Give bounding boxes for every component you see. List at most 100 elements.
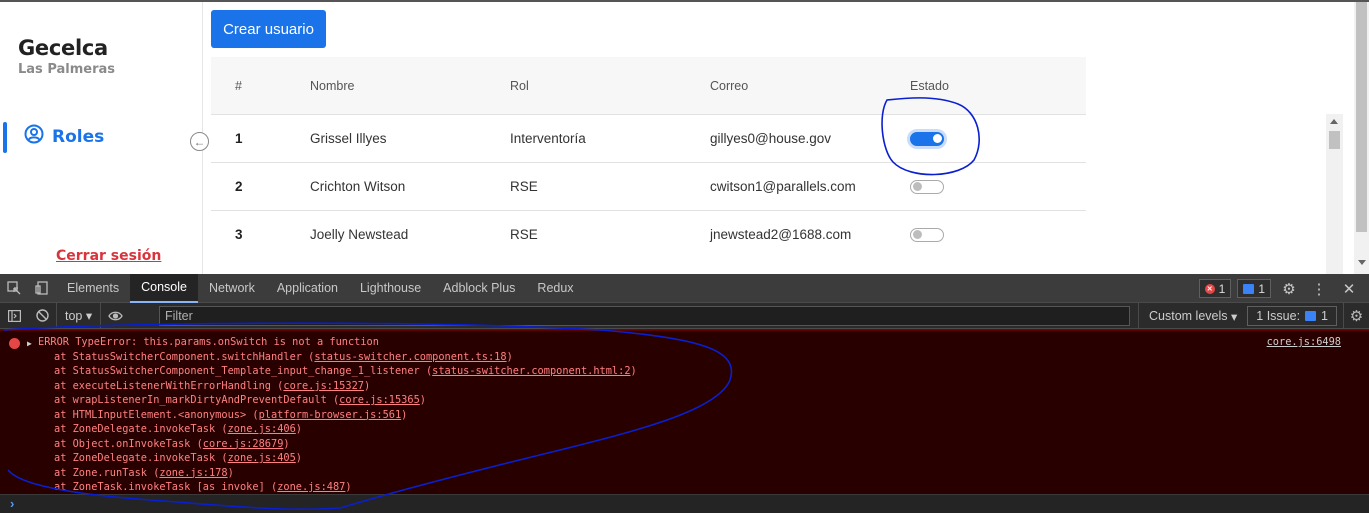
tab-adblock-plus[interactable]: Adblock Plus	[432, 274, 526, 303]
clear-console-icon[interactable]	[28, 303, 56, 329]
console-toolbar-right: Custom levels ▾ 1 Issue: 1 ⚙	[1138, 303, 1369, 329]
prompt-chevron-icon: ›	[10, 496, 15, 511]
error-icon: ✕	[1204, 283, 1215, 294]
frame-tail: )	[630, 365, 637, 378]
stack-frame: at wrapListenerIn_markDirtyAndPreventDef…	[54, 393, 637, 407]
tab-redux[interactable]: Redux	[526, 274, 584, 303]
cell-email: jnewstead2@1688.com	[710, 227, 852, 242]
cell-role: Interventoría	[510, 131, 586, 146]
eye-icon[interactable]	[101, 303, 129, 329]
stack-frame: at Object.onInvokeTask (core.js:28679)	[54, 437, 637, 451]
brand-subtitle: Las Palmeras	[18, 62, 116, 77]
dropdown-arrow-icon: ▾	[1230, 309, 1238, 324]
cell-email: cwitson1@parallels.com	[710, 179, 856, 194]
tab-console[interactable]: Console	[130, 273, 198, 303]
cell-number: 2	[235, 179, 243, 194]
issues-label: 1 Issue:	[1256, 309, 1301, 323]
error-source-link[interactable]: core.js:6498	[1267, 335, 1341, 350]
status-toggle[interactable]	[910, 227, 944, 242]
scrollbar-thumb[interactable]	[1356, 2, 1367, 232]
tab-elements[interactable]: Elements	[56, 274, 130, 303]
cell-name: Joelly Newstead	[310, 227, 409, 242]
devtools-toolbar-right: ✕ 1 1 ⚙ ⋮ ✕	[1198, 274, 1369, 303]
sidebar: Gecelca Las Palmeras Roles Cerrar sesión	[0, 2, 203, 274]
frame-text: at ZoneDelegate.invokeTask (	[54, 423, 228, 436]
device-toolbar-icon[interactable]	[28, 274, 56, 303]
status-toggle[interactable]	[910, 131, 944, 146]
stack-frame: at StatusSwitcherComponent_Template_inpu…	[54, 364, 637, 378]
tab-lighthouse[interactable]: Lighthouse	[349, 274, 432, 303]
frame-source-link[interactable]: zone.js:406	[228, 423, 296, 435]
collapse-sidebar-button[interactable]: ←	[190, 132, 209, 151]
frame-tail: )	[506, 351, 513, 363]
error-count: 1	[1218, 281, 1226, 296]
table-row: 1 Grissel Illyes Interventoría gillyes0@…	[211, 114, 1086, 162]
column-header: Correo	[710, 78, 749, 93]
frame-source-link[interactable]: core.js:15327	[283, 380, 364, 392]
sidebar-toggle-icon[interactable]	[0, 303, 28, 329]
frame-tail: )	[295, 423, 302, 436]
error-counter[interactable]: ✕ 1	[1198, 279, 1232, 298]
scroll-down-arrow-icon[interactable]	[1358, 260, 1366, 265]
cell-role: RSE	[510, 179, 538, 194]
sidebar-item-label: Roles	[52, 126, 105, 147]
frame-source-link[interactable]: status-switcher.component.html:2	[432, 365, 630, 377]
message-icon	[1305, 311, 1317, 321]
users-table: # Nombre Rol Correo Estado 1 Grissel Ill…	[211, 57, 1086, 258]
table-header: # Nombre Rol Correo Estado	[211, 57, 1086, 114]
expand-triangle-icon[interactable]: ▶	[27, 337, 32, 352]
stack-frame: at ZoneTask.invokeTask [as invoke] (zone…	[54, 480, 637, 494]
log-levels-dropdown[interactable]: Custom levels ▾	[1138, 303, 1247, 329]
scroll-up-arrow-icon[interactable]	[1330, 119, 1338, 124]
column-header: Nombre	[310, 78, 355, 93]
frame-text: at wrapListenerIn_markDirtyAndPreventDef…	[54, 394, 340, 407]
stack-frame: at executeListenerWithErrorHandling (cor…	[54, 379, 637, 393]
more-options-icon[interactable]: ⋮	[1307, 274, 1331, 303]
error-text: ERROR TypeError: this.params.onSwitch is…	[38, 336, 379, 348]
console-filter-input[interactable]	[159, 306, 1130, 326]
frame-text: at Zone.runTask (	[54, 466, 160, 479]
devtools-panel: Elements Console Network Application Lig…	[0, 273, 1369, 513]
frame-source-link[interactable]: zone.js:405	[228, 452, 296, 464]
frame-source-link[interactable]: core.js:28679	[203, 438, 284, 450]
close-icon[interactable]: ✕	[1337, 274, 1361, 303]
console-settings-gear-icon[interactable]: ⚙	[1343, 303, 1369, 329]
page-scrollbar[interactable]	[1354, 2, 1369, 274]
context-value: top	[65, 308, 83, 323]
inspect-element-icon[interactable]	[0, 274, 28, 303]
tab-network[interactable]: Network	[198, 274, 266, 303]
frame-source-link[interactable]: zone.js:178	[159, 467, 227, 479]
frame-source-link[interactable]: status-switcher.component.ts:18	[314, 351, 506, 363]
app-viewport: Gecelca Las Palmeras Roles Cerrar sesión…	[0, 0, 1369, 274]
table-row: 3 Joelly Newstead RSE jnewstead2@1688.co…	[211, 210, 1086, 258]
logout-link[interactable]: Cerrar sesión	[56, 248, 161, 264]
frame-text: at ZoneTask.invokeTask [as invoke] (	[54, 480, 278, 493]
cell-number: 3	[235, 227, 243, 242]
message-count: 1	[1258, 281, 1265, 296]
stack-frame: at Zone.runTask (zone.js:178)	[54, 466, 637, 480]
frame-text: at HTMLInputElement.<anonymous> (	[54, 408, 259, 421]
status-toggle[interactable]	[910, 179, 944, 194]
frame-source-link[interactable]: zone.js:487	[277, 481, 345, 493]
stack-frame: at ZoneDelegate.invokeTask (zone.js:406)	[54, 422, 637, 436]
table-scrollbar[interactable]	[1326, 114, 1343, 274]
tab-application[interactable]: Application	[266, 274, 349, 303]
brand-title: Gecelca	[18, 36, 108, 60]
error-icon	[9, 338, 20, 349]
scrollbar-thumb[interactable]	[1329, 131, 1340, 149]
frame-tail: )	[401, 408, 408, 421]
stack-trace: at StatusSwitcherComponent.switchHandler…	[54, 350, 637, 494]
issues-button[interactable]: 1 Issue: 1	[1247, 306, 1337, 326]
dropdown-arrow-icon: ▾	[85, 309, 93, 323]
context-selector[interactable]: top ▾	[56, 302, 102, 329]
message-counter[interactable]: 1	[1237, 279, 1271, 298]
frame-source-link[interactable]: platform-browser.js:561	[259, 409, 402, 421]
frame-source-link[interactable]: core.js:15365	[339, 394, 420, 406]
console-prompt[interactable]: ›	[0, 494, 1369, 513]
gear-icon[interactable]: ⚙	[1277, 274, 1301, 303]
frame-tail: )	[227, 466, 234, 479]
sidebar-item-roles[interactable]: Roles	[24, 124, 104, 149]
create-user-button[interactable]: Crear usuario	[211, 10, 326, 48]
toggle-knob	[913, 181, 922, 191]
cell-status	[910, 131, 1086, 146]
